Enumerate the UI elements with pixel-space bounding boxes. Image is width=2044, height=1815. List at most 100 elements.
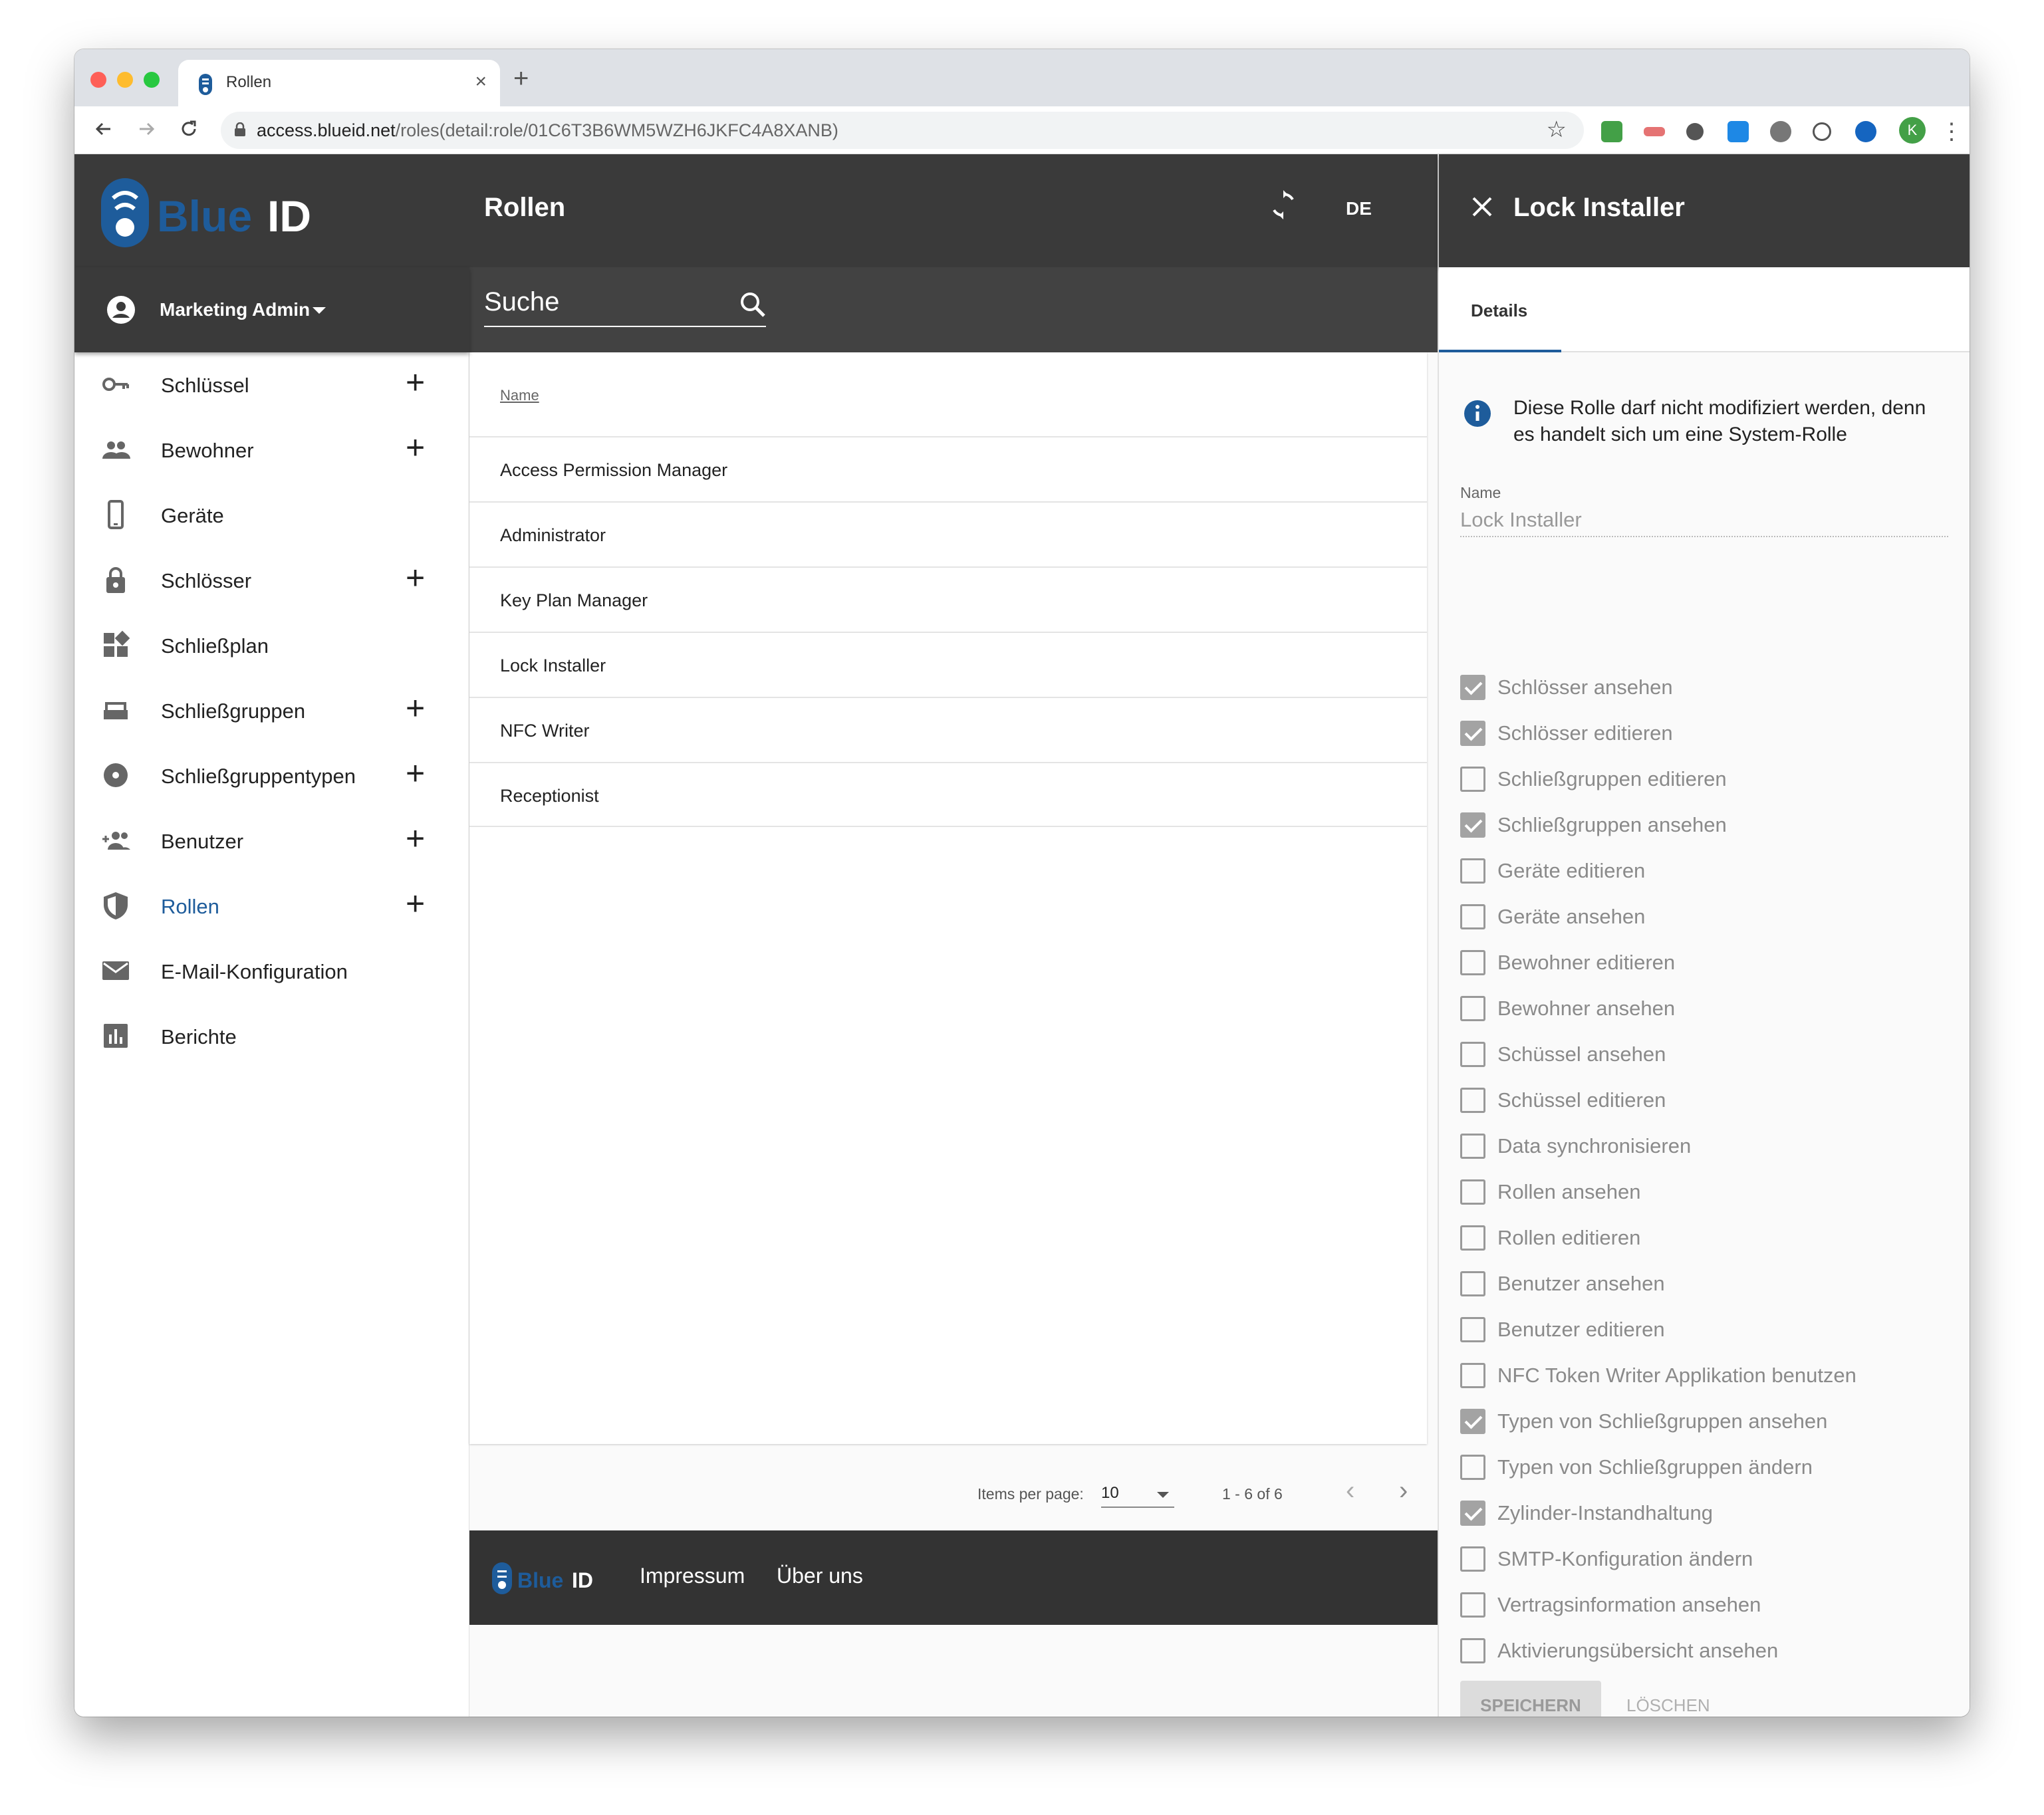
permission-checkbox[interactable]: [1460, 858, 1485, 884]
permission-checkbox[interactable]: [1460, 1317, 1485, 1342]
sidebar-item-schliessgruppentypen[interactable]: Schließgruppentypen +: [74, 743, 469, 807]
sidebar-item-rollen[interactable]: Rollen +: [74, 874, 469, 937]
sync-icon[interactable]: [1267, 189, 1299, 221]
next-page-button[interactable]: ›: [1399, 1477, 1408, 1504]
save-button[interactable]: SPEICHERN: [1460, 1681, 1601, 1717]
user-menu[interactable]: Marketing Admin: [74, 267, 469, 352]
table-row[interactable]: Receptionist: [469, 762, 1427, 827]
browser-toolbar: access.blueid.net/roles(detail:role/01C6…: [74, 106, 1970, 154]
items-per-page-select[interactable]: 10: [1101, 1484, 1174, 1508]
delete-button[interactable]: LÖSCHEN: [1613, 1681, 1720, 1717]
permission-checkbox[interactable]: [1460, 675, 1485, 700]
close-window-button[interactable]: [90, 72, 106, 88]
sidebar-item-label: Rollen: [161, 895, 219, 918]
save-button-label: SPEICHERN: [1480, 1695, 1581, 1715]
permission-label: Aktivierungsübersicht ansehen: [1497, 1639, 1779, 1662]
search-input[interactable]: Suche: [484, 287, 559, 317]
permission-checkbox[interactable]: [1460, 1638, 1485, 1663]
table-cell: Key Plan Manager: [500, 590, 648, 610]
extension-s-icon[interactable]: [1727, 121, 1749, 142]
permission-checkbox[interactable]: [1460, 721, 1485, 746]
search-bar: Suche: [469, 267, 1438, 352]
permission-label: Vertragsinformation ansehen: [1497, 1593, 1761, 1616]
sidebar-item-label: Berichte: [161, 1025, 237, 1048]
tab-details[interactable]: Details: [1439, 267, 1561, 352]
permission-checkbox[interactable]: [1460, 904, 1485, 929]
close-icon[interactable]: [1471, 195, 1493, 218]
add-schloesser-button[interactable]: +: [406, 561, 425, 594]
permission-checkbox[interactable]: [1460, 1409, 1485, 1434]
add-schluessel-button[interactable]: +: [406, 366, 425, 399]
footer-logo[interactable]: Blue ID: [492, 1561, 612, 1596]
sidebar-item-email-konfiguration[interactable]: E-Mail-Konfiguration: [74, 939, 469, 1003]
permission-checkbox[interactable]: [1460, 996, 1485, 1021]
sidebar-item-schliessgruppen[interactable]: Schließgruppen +: [74, 678, 469, 742]
permission-label: Rollen ansehen: [1497, 1180, 1641, 1203]
permission-checkbox[interactable]: [1460, 1042, 1485, 1067]
language-switch[interactable]: DE: [1346, 198, 1372, 219]
table-row[interactable]: Administrator: [469, 501, 1427, 566]
add-schliessgruppentypen-button[interactable]: +: [406, 757, 425, 790]
permission-checkbox[interactable]: [1460, 1501, 1485, 1526]
address-bar[interactable]: access.blueid.net/roles(detail:role/01C6…: [221, 112, 1584, 149]
permission-checkbox[interactable]: [1460, 1592, 1485, 1618]
permission-checkbox[interactable]: [1460, 1225, 1485, 1251]
table-row[interactable]: Key Plan Manager: [469, 566, 1427, 632]
bookmark-star-icon[interactable]: ☆: [1547, 118, 1567, 141]
permission-checkbox[interactable]: [1460, 1134, 1485, 1159]
sidebar-item-schluessel[interactable]: Schlüssel +: [74, 352, 469, 416]
about-link[interactable]: Über uns: [777, 1564, 863, 1588]
previous-page-button[interactable]: ‹: [1346, 1477, 1354, 1504]
blueid-logo[interactable]: Blue ID: [101, 178, 347, 247]
extension-gear-icon[interactable]: [1770, 121, 1791, 142]
permission-label: Benutzer ansehen: [1497, 1272, 1665, 1295]
permission-checkbox[interactable]: [1460, 767, 1485, 792]
add-bewohner-button[interactable]: +: [406, 431, 425, 464]
sidebar-item-berichte[interactable]: Berichte: [74, 1004, 469, 1068]
extension-blue-icon[interactable]: [1855, 121, 1876, 142]
group-add-icon: [102, 832, 130, 850]
sidebar-item-schliessplan[interactable]: Schließplan: [74, 613, 469, 677]
impressum-link[interactable]: Impressum: [640, 1564, 745, 1588]
add-rollen-button[interactable]: +: [406, 887, 425, 920]
add-schliessgruppen-button[interactable]: +: [406, 691, 425, 725]
key-icon: [102, 378, 129, 391]
tab-label: Details: [1471, 301, 1528, 320]
permission-checkbox[interactable]: [1460, 1271, 1485, 1296]
permission-checkbox[interactable]: [1460, 950, 1485, 975]
minimize-window-button[interactable]: [117, 72, 133, 88]
search-icon[interactable]: [737, 289, 769, 320]
permission-checkbox[interactable]: [1460, 812, 1485, 838]
browser-tab[interactable]: Rollen ×: [178, 60, 500, 106]
sidebar-item-geraete[interactable]: Geräte: [74, 483, 469, 546]
maximize-window-button[interactable]: [144, 72, 160, 88]
column-header-name[interactable]: Name: [500, 387, 539, 404]
permission-checkbox[interactable]: [1460, 1455, 1485, 1480]
table-row[interactable]: Access Permission Manager: [469, 436, 1427, 501]
extension-green-icon[interactable]: [1601, 121, 1622, 142]
sidebar-item-schloesser[interactable]: Schlösser +: [74, 548, 469, 612]
table-row[interactable]: NFC Writer: [469, 697, 1427, 762]
back-icon[interactable]: [90, 116, 117, 142]
browser-menu-icon[interactable]: ⋮: [1940, 120, 1963, 144]
detail-panel: Lock Installer Details Diese Rolle darf …: [1438, 154, 1970, 1717]
sidebar-item-bewohner[interactable]: Bewohner +: [74, 418, 469, 481]
extension-circle-icon[interactable]: [1686, 123, 1704, 140]
extension-xml-icon[interactable]: [1644, 127, 1665, 136]
permission-label: Schlösser ansehen: [1497, 675, 1673, 699]
name-field[interactable]: Lock Installer: [1460, 508, 1948, 537]
tab-close-icon[interactable]: ×: [475, 70, 487, 93]
table-row[interactable]: Lock Installer: [469, 632, 1427, 697]
new-tab-button[interactable]: +: [513, 65, 529, 92]
permission-checkbox[interactable]: [1460, 1363, 1485, 1388]
sidebar-item-benutzer[interactable]: Benutzer +: [74, 808, 469, 872]
extension-clock-icon[interactable]: [1813, 122, 1831, 141]
table-cell: Administrator: [500, 525, 606, 545]
reload-icon[interactable]: [176, 116, 202, 142]
permission-checkbox[interactable]: [1460, 1088, 1485, 1113]
permission-checkbox[interactable]: [1460, 1546, 1485, 1572]
forward-icon[interactable]: [133, 116, 160, 142]
permission-checkbox[interactable]: [1460, 1179, 1485, 1205]
profile-avatar[interactable]: K: [1899, 117, 1926, 144]
add-benutzer-button[interactable]: +: [406, 822, 425, 855]
